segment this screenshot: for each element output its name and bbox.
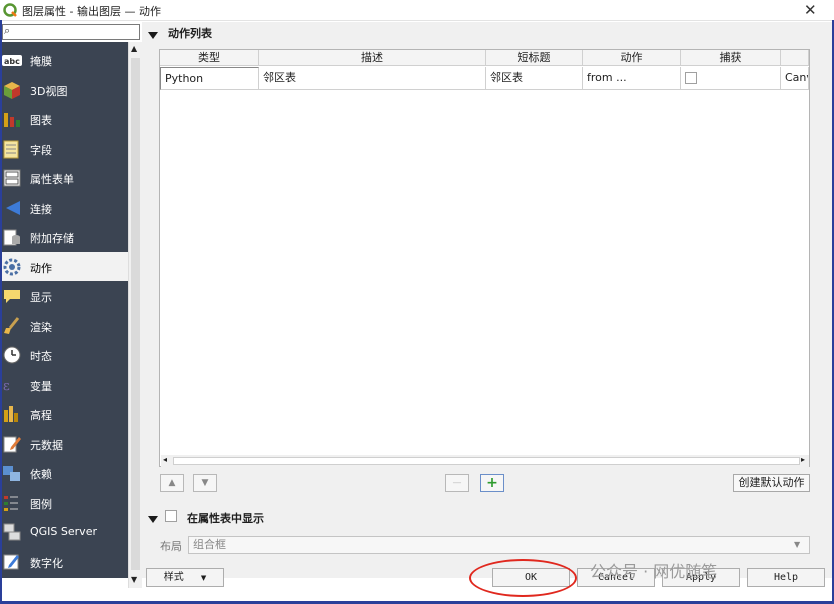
collapse-icon[interactable] [148,29,158,42]
scroll-down-icon[interactable]: ▼ [131,575,137,584]
search-icon: ⌕ [4,24,11,37]
sidebar-item-dependencies[interactable]: 依赖 [2,458,128,487]
variables-icon: ε [3,379,10,394]
table-horizontal-scrollbar[interactable]: ◂ ▸ [161,455,809,467]
sidebar-item-legend[interactable]: 图例 [2,488,128,517]
style-menu-button[interactable]: 样式 ▼ [146,568,224,587]
sidebar-item-variables[interactable]: ε 变量 [2,370,128,399]
sidebar-item-joins[interactable]: 连接 [2,193,128,222]
scroll-up-icon[interactable]: ▲ [131,44,137,53]
sidebar-item-actions[interactable]: 动作 [2,252,128,281]
window-title: 图层属性 - 输出图层 — 动作 [22,5,161,18]
svg-text:ε: ε [3,379,10,394]
add-action-button[interactable]: + [480,474,504,492]
digitizing-icon [3,554,19,570]
move-down-button[interactable]: ▼ [193,474,217,492]
abc-label-icon: abc [2,55,22,66]
sidebar-item-display[interactable]: 显示 [2,281,128,310]
sidebar-item-qgis-server[interactable]: QGIS Server [2,517,128,546]
table-row-type-cell[interactable]: Python [160,67,259,90]
sidebar-item-rendering[interactable]: 渲染 [2,311,128,340]
rendering-brush-icon [4,317,20,334]
sidebar-item-digitizing[interactable]: 数字化 [2,547,128,576]
help-button[interactable]: Help [747,568,825,587]
sidebar-item-fields[interactable]: 字段 [2,134,128,163]
cube-3d-icon [4,82,20,99]
sidebar: abc 掩膜 3D视图 图表 字段 属性表单 连接 附加存储 动作 显示 渲染 … [2,42,128,578]
action-gear-icon [3,258,21,276]
title-bar: 图层属性 - 输出图层 — 动作 ✕ [0,0,834,21]
sidebar-item-temporal[interactable]: 时态 [2,340,128,369]
column-header-description[interactable]: 描述 [259,50,486,66]
dependencies-icon [3,466,20,481]
chevron-down-icon: ▼ [200,574,207,582]
column-header-capture[interactable]: 捕获 [681,50,781,66]
table-row-description-cell[interactable]: 邻区表 [259,67,486,90]
sidebar-scrollbar[interactable]: ▲ ▼ [128,42,142,588]
show-in-attribute-table-label: 在属性表中显示 [187,512,264,525]
move-up-button[interactable]: ▲ [160,474,184,492]
sidebar-item-diagrams[interactable]: 图表 [2,104,128,133]
scroll-right-icon[interactable]: ▸ [801,455,805,464]
column-header-extra[interactable] [781,50,809,66]
fields-icon [3,140,19,159]
layout-label: 布局 [160,540,182,553]
actions-table[interactable]: 类型 描述 短标题 动作 捕获 Python 邻区表 邻区表 from ... … [159,49,810,467]
scrollbar-thumb[interactable] [131,58,140,570]
column-header-action[interactable]: 动作 [583,50,681,66]
sidebar-search-input[interactable]: ⌕ [2,24,140,40]
metadata-pencil-icon [3,436,21,453]
attribute-form-icon [3,169,21,187]
remove-action-button[interactable]: — [445,474,469,492]
collapse-icon[interactable] [148,513,158,526]
table-row-extra-cell[interactable]: Canv [781,67,809,90]
highlight-oval [469,559,577,597]
layout-select[interactable]: 组合框 ▼ [188,536,810,554]
table-row-action-cell[interactable]: from ... [583,67,681,90]
qgis-logo-icon [3,3,17,17]
qgis-server-icon [3,523,21,541]
display-tip-icon [4,290,20,303]
auxiliary-storage-icon [3,229,20,246]
create-default-actions-button[interactable]: 创建默认动作 [733,474,810,492]
legend-icon [4,496,18,511]
scrollbar-thumb[interactable] [173,457,800,465]
temporal-clock-icon [3,346,21,364]
join-icon [6,201,20,215]
column-header-short-title[interactable]: 短标题 [486,50,583,66]
sidebar-item-metadata[interactable]: 元数据 [2,429,128,458]
column-header-type[interactable]: 类型 [160,50,259,66]
capture-checkbox[interactable] [685,72,697,84]
svg-text:abc: abc [4,57,20,66]
table-row-capture-cell[interactable] [681,67,781,90]
elevation-icon [4,406,18,422]
table-row-short-title-cell[interactable]: 邻区表 [486,67,583,90]
show-in-attribute-table-checkbox[interactable] [165,510,177,522]
diagram-icon [4,113,20,127]
style-button-label: 样式 [163,572,184,583]
sidebar-item-3d-view[interactable]: 3D视图 [2,75,128,104]
sidebar-item-mask[interactable]: abc 掩膜 [2,45,128,74]
actions-section-title: 动作列表 [168,27,212,40]
sidebar-item-attribute-form[interactable]: 属性表单 [2,163,128,192]
sidebar-item-auxiliary-storage[interactable]: 附加存储 [2,222,128,251]
close-icon[interactable]: ✕ [804,1,817,19]
layout-select-value: 组合框 [193,538,226,551]
scroll-left-icon[interactable]: ◂ [163,455,167,464]
watermark-text: 公众号 · 网优随笔 [590,562,718,581]
chevron-down-icon: ▼ [794,540,801,549]
sidebar-item-elevation[interactable]: 高程 [2,399,128,428]
